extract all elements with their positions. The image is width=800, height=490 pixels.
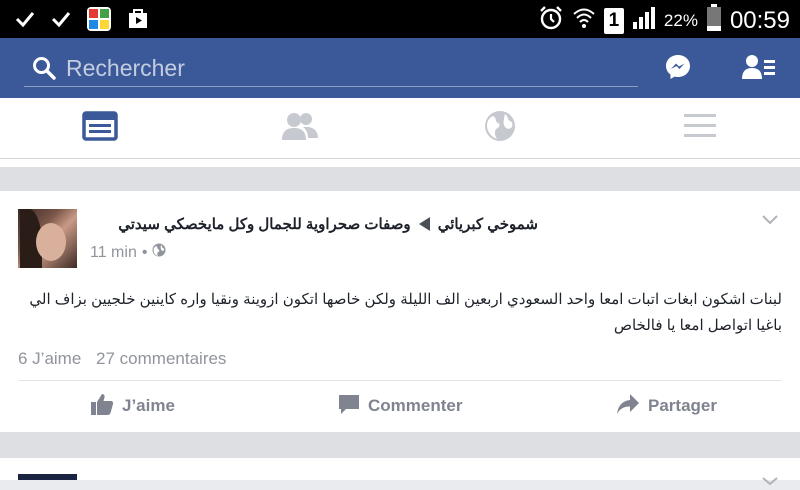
share-icon <box>616 393 640 420</box>
post-card: وصفات صحراوية للجمال وكل مايخصكي سيدتي ش… <box>0 191 800 432</box>
post-meta: 11 min • <box>90 243 166 262</box>
post-body: لبنات اشكون ابغات اتبات امعا واحد السعود… <box>29 291 782 334</box>
next-post-card <box>0 458 800 486</box>
news-feed-icon <box>82 110 118 146</box>
globe-icon <box>483 109 517 148</box>
sim-icon: 1 <box>603 7 624 34</box>
tab-notifications[interactable] <box>400 98 600 158</box>
comment-icon <box>338 393 360 420</box>
status-bar: 1 22% 00:59 <box>0 0 800 38</box>
post-header: وصفات صحراوية للجمال وكل مايخصكي سيدتي ش… <box>88 215 538 233</box>
tab-bar <box>0 98 800 159</box>
feed-separator <box>0 167 800 191</box>
tab-friends[interactable] <box>200 98 400 158</box>
avatar[interactable] <box>18 209 77 268</box>
search-icon[interactable] <box>32 56 56 85</box>
battery-icon <box>706 4 722 37</box>
dot-separator: • <box>141 243 148 261</box>
top-app-bar <box>0 38 800 98</box>
post-author-name[interactable]: شموخي كبريائي <box>438 215 538 233</box>
post-time[interactable]: 11 min <box>90 244 137 262</box>
post-actions: J’aime Commenter Partager <box>0 381 800 431</box>
friends-icon <box>281 111 319 146</box>
messenger-icon[interactable] <box>664 53 692 86</box>
signal-icon <box>632 6 656 35</box>
post-counts: 6 J’aime 27 commentaires <box>18 349 236 369</box>
feed-separator <box>0 432 800 458</box>
avatar-face <box>36 223 66 261</box>
friend-requests-icon[interactable] <box>742 54 776 85</box>
sim-slot-label: 1 <box>608 9 620 31</box>
share-label: Partager <box>648 396 717 415</box>
globe-icon <box>152 243 166 262</box>
clock: 00:59 <box>729 6 790 34</box>
share-button[interactable]: Partager <box>616 381 717 431</box>
chevron-down-icon[interactable] <box>762 213 778 231</box>
gallery-app-icon <box>86 6 112 37</box>
battery-percent: 22% <box>663 10 698 30</box>
arrow-icon <box>418 217 430 231</box>
feed-top-gap <box>0 159 800 167</box>
check-icon <box>50 8 72 35</box>
play-store-icon <box>126 7 150 36</box>
wifi-icon <box>572 5 596 36</box>
comment-label: Commenter <box>368 396 463 415</box>
search-input[interactable] <box>66 54 626 82</box>
avatar[interactable] <box>18 474 77 480</box>
thumbs-up-icon <box>90 392 114 421</box>
tab-menu[interactable] <box>600 98 800 158</box>
check-icon <box>14 8 36 35</box>
comment-button[interactable]: Commenter <box>338 381 462 431</box>
comments-count[interactable]: 27 commentaires <box>96 349 226 368</box>
chevron-down-icon[interactable] <box>762 472 778 490</box>
like-label: J’aime <box>122 396 175 415</box>
post-group-name[interactable]: وصفات صحراوية للجمال وكل مايخصكي سيدتي <box>118 215 410 233</box>
alarm-icon <box>538 5 564 36</box>
like-button[interactable]: J’aime <box>90 381 175 431</box>
hamburger-icon <box>683 112 717 145</box>
likes-count[interactable]: 6 J’aime <box>18 349 81 368</box>
tab-news-feed[interactable] <box>0 98 200 158</box>
search-bar[interactable] <box>24 52 638 87</box>
